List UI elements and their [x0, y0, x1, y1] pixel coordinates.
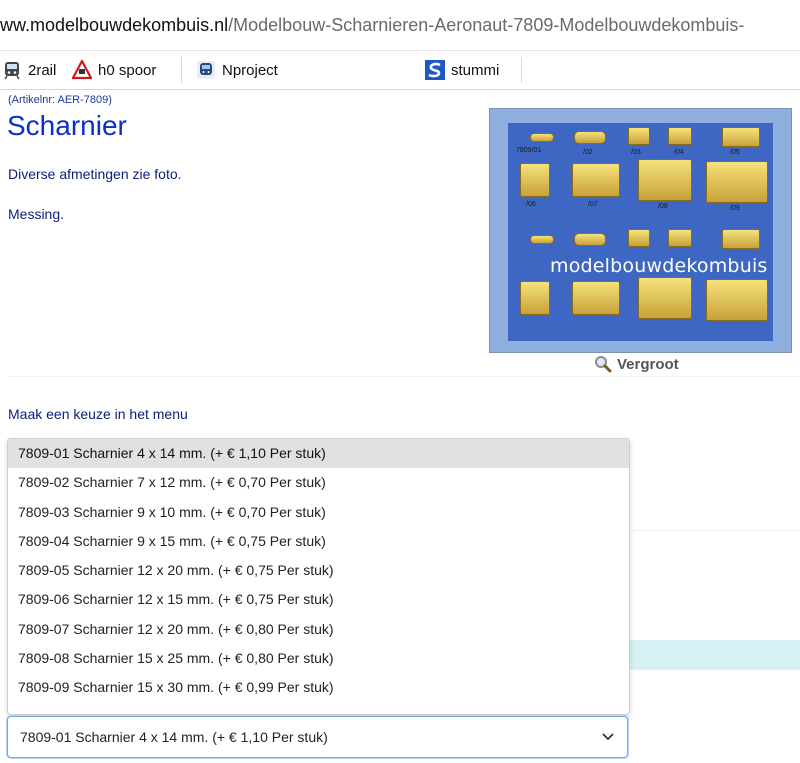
hinge-part: [530, 235, 554, 244]
hinge-part: [530, 133, 554, 142]
hinge-part: [572, 163, 620, 197]
bookmark-separator: [181, 57, 182, 83]
hinge-part: [638, 277, 692, 319]
url-prefix: ww.: [0, 15, 31, 35]
dropdown-option[interactable]: 7809-05 Scharnier 12 x 20 mm. (+ € 0,75 …: [8, 556, 629, 585]
menu-prompt: Maak een keuze in het menu: [8, 406, 188, 422]
variant-select[interactable]: 7809-01 Scharnier 4 x 14 mm. (+ € 1,10 P…: [7, 716, 628, 758]
photo-label: /08: [658, 203, 668, 210]
hinge-part: [706, 161, 768, 203]
photo-label: /09: [730, 205, 740, 212]
photo-label: /06: [526, 201, 536, 208]
product-image[interactable]: 7809/01 /02 /03 /04 /05 /06 /07 /08 /09 …: [489, 108, 792, 353]
hinge-part: [706, 279, 768, 321]
dropdown-option[interactable]: 7809-04 Scharnier 9 x 15 mm. (+ € 0,75 P…: [8, 527, 629, 556]
hinge-part: [628, 127, 650, 145]
bookmark-nproject[interactable]: Nproject: [196, 58, 278, 82]
hinge-part: [520, 281, 550, 315]
bookmark-stummi[interactable]: stummi: [425, 58, 499, 82]
variant-dropdown-list[interactable]: 7809-01 Scharnier 4 x 14 mm. (+ € 1,10 P…: [7, 438, 630, 715]
article-number: (Artikelnr: AER-7809): [8, 94, 112, 106]
bookmark-separator: [521, 57, 522, 83]
zoom-link[interactable]: Vergroot: [594, 355, 679, 373]
product-description: Diverse afmetingen zie foto.: [8, 166, 182, 182]
url-domain: modelbouwdekombuis.nl: [30, 15, 229, 35]
dropdown-option[interactable]: 7809-07 Scharnier 12 x 20 mm. (+ € 0,80 …: [8, 615, 629, 644]
dropdown-option[interactable]: 7809-09 Scharnier 15 x 30 mm. (+ € 0,99 …: [8, 673, 629, 702]
image-watermark: modelbouwdekombuis: [550, 255, 768, 277]
bookmark-h0-spoor[interactable]: h0 spoor: [72, 58, 156, 82]
bookmark-label: Nproject: [222, 61, 278, 79]
photo-label: 7809/01: [516, 147, 542, 154]
divider: [8, 376, 800, 377]
dropdown-option[interactable]: 7809-06 Scharnier 12 x 15 mm. (+ € 0,75 …: [8, 585, 629, 614]
photo-label: /05: [730, 149, 740, 156]
hinge-part: [574, 233, 606, 246]
zoom-label: Vergroot: [617, 355, 679, 373]
warning-triangle-icon: [72, 60, 92, 80]
photo-label: /07: [588, 201, 598, 208]
dropdown-option[interactable]: 7809-01 Scharnier 4 x 14 mm. (+ € 1,10 P…: [8, 439, 629, 469]
bookmark-label: h0 spoor: [98, 61, 157, 79]
dropdown-option[interactable]: 7809-08 Scharnier 15 x 25 mm. (+ € 0,80 …: [8, 644, 629, 673]
teal-bar: [628, 640, 800, 670]
url-path: /Modelbouw-Scharnieren-Aeronaut-7809-Mod…: [228, 15, 745, 35]
hinge-part: [722, 127, 760, 147]
photo-label: /02: [583, 149, 593, 156]
dropdown-option[interactable]: 7809-02 Scharnier 7 x 12 mm. (+ € 0,70 P…: [8, 468, 629, 497]
bookmarks-bar: 2rail h0 spoor Nproject stummi: [0, 51, 800, 90]
hinge-part: [668, 127, 692, 145]
dropdown-option[interactable]: 7809-03 Scharnier 9 x 10 mm. (+ € 0,70 P…: [8, 498, 629, 527]
hinge-part: [520, 163, 550, 197]
photo-label: /04: [674, 149, 684, 156]
hinge-part: [668, 229, 692, 247]
bookmark-label: 2rail: [28, 61, 57, 79]
s-logo-icon: [425, 60, 445, 80]
hinge-part: [574, 131, 606, 144]
hinge-part: [628, 229, 650, 247]
hinge-part: [572, 281, 620, 315]
selected-value: 7809-01 Scharnier 4 x 14 mm. (+ € 1,10 P…: [20, 729, 328, 745]
train-icon: [197, 61, 215, 79]
hinge-part: [638, 159, 692, 201]
photo-label: /03: [631, 149, 641, 156]
bookmark-2rail[interactable]: 2rail: [2, 58, 56, 82]
magnifier-icon: [595, 356, 612, 373]
product-title: Scharnier: [7, 110, 127, 141]
background-panel: [628, 530, 800, 641]
train-front-icon: [4, 62, 20, 80]
address-bar[interactable]: ww.modelbouwdekombuis.nl/Modelbouw-Schar…: [0, 0, 800, 51]
bookmark-label: stummi: [451, 61, 500, 79]
chevron-down-icon: [602, 733, 614, 741]
product-photo: 7809/01 /02 /03 /04 /05 /06 /07 /08 /09 …: [508, 123, 773, 341]
product-material: Messing.: [8, 206, 65, 222]
hinge-part: [722, 229, 760, 249]
